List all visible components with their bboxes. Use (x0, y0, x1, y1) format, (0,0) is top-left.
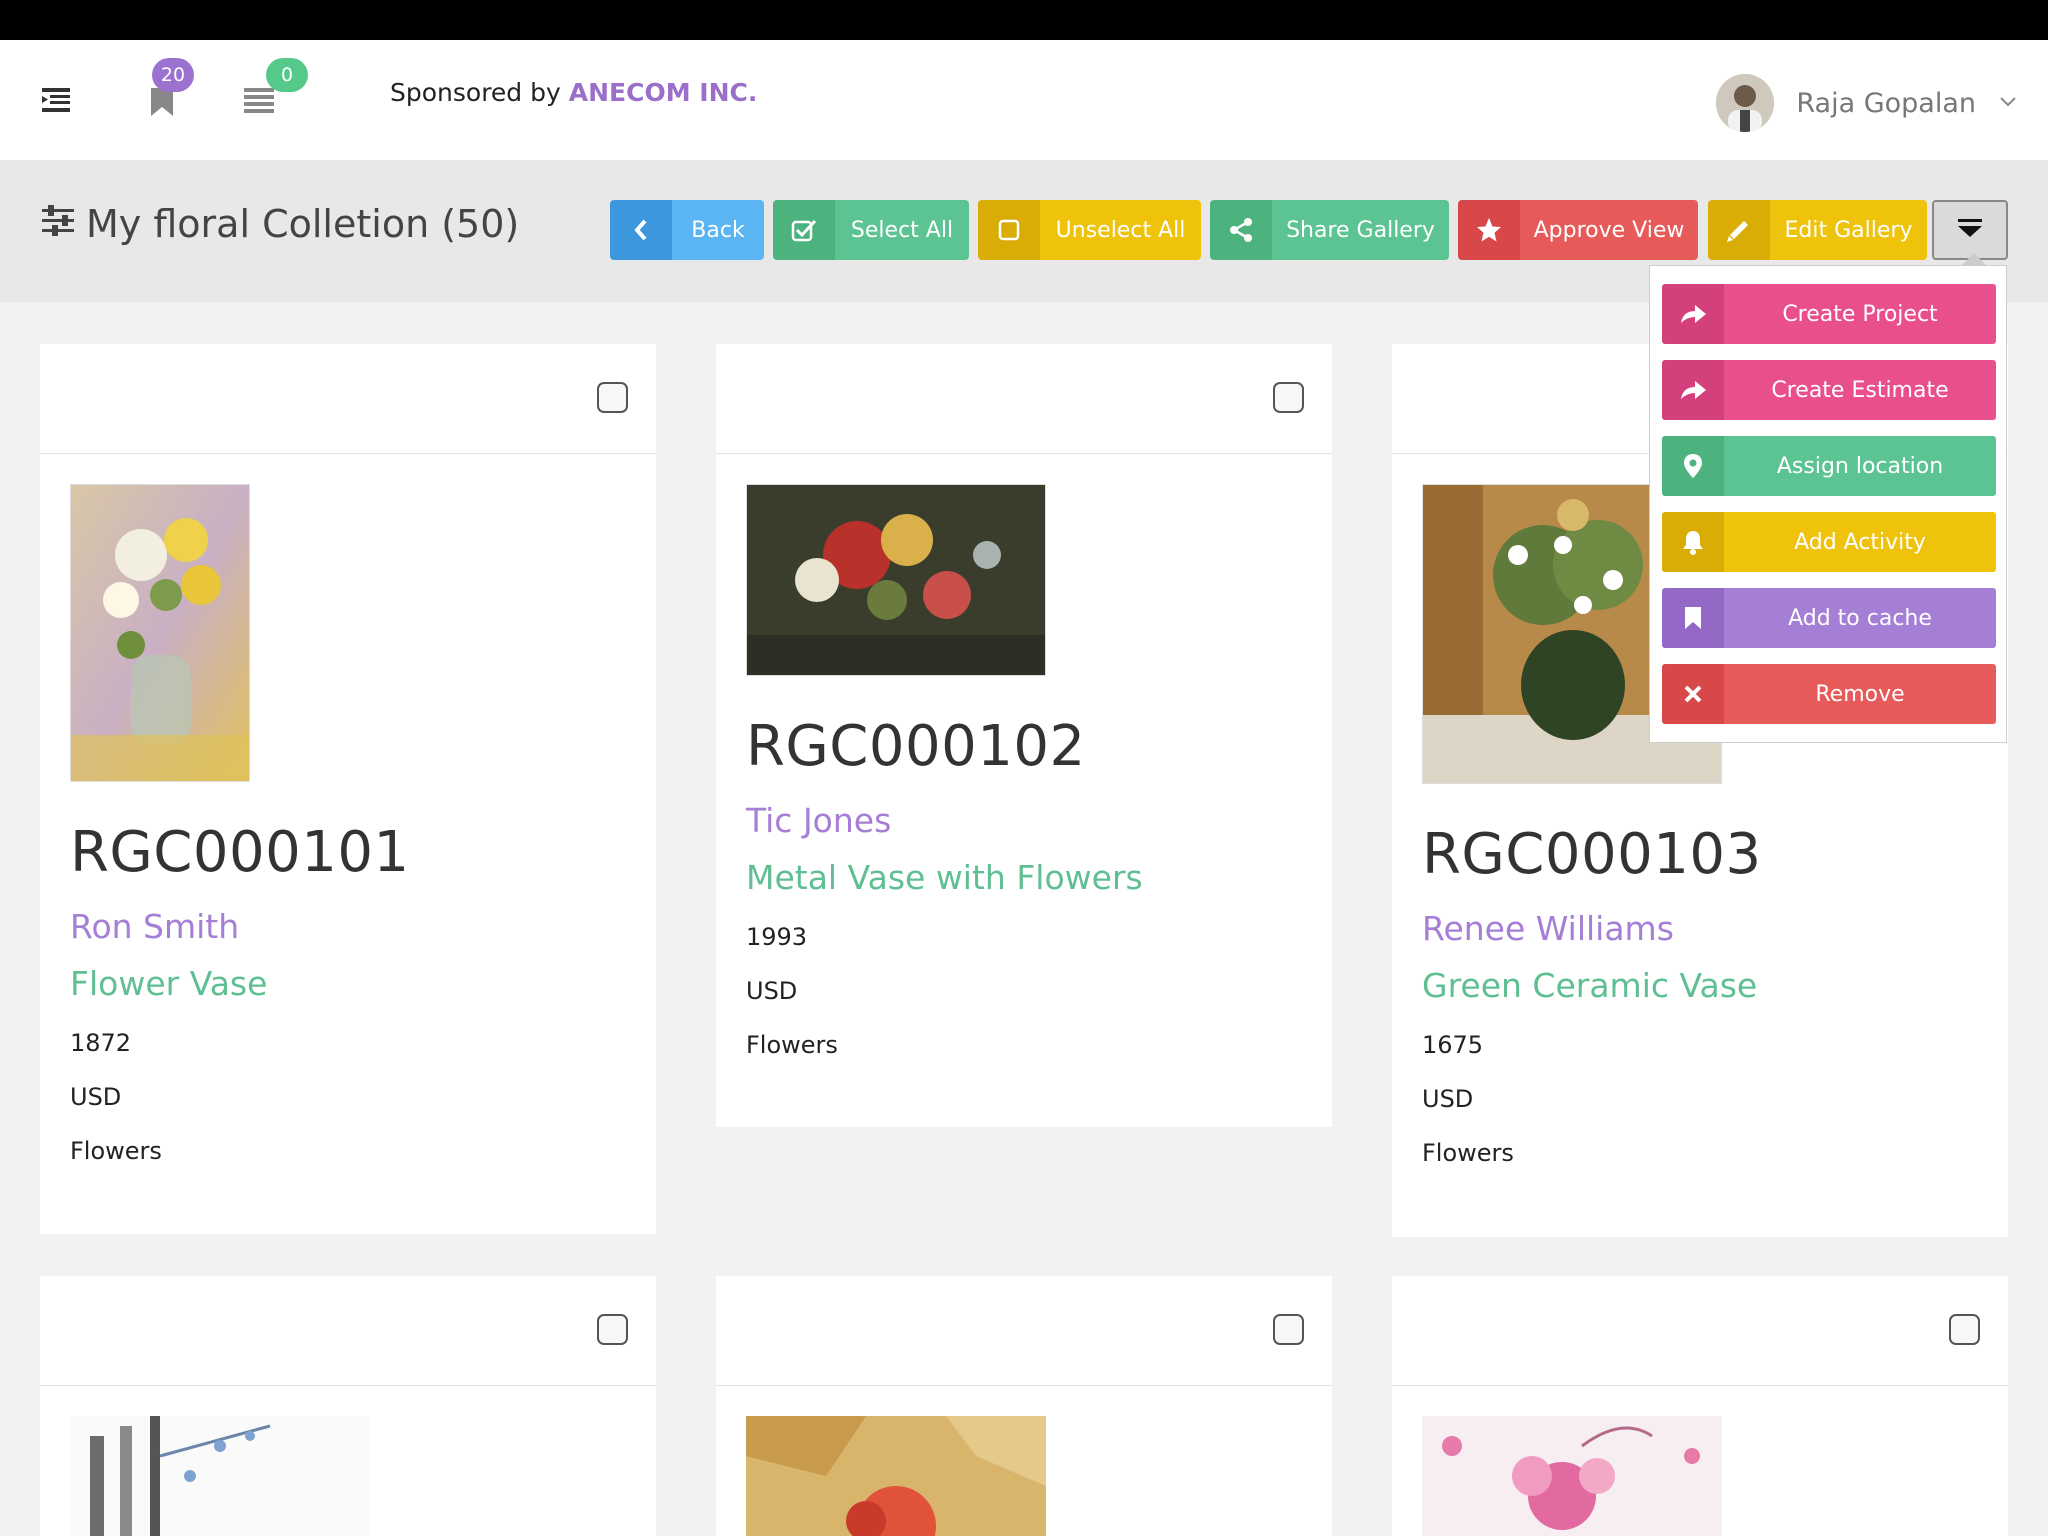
chevron-down-icon[interactable] (1998, 94, 2018, 113)
artwork-thumbnail[interactable] (70, 1416, 370, 1536)
add-to-cache-label: Add to cache (1724, 588, 1996, 648)
card-select-checkbox[interactable] (597, 382, 628, 413)
bell-icon (1662, 512, 1724, 572)
remove-label: Remove (1724, 664, 1996, 724)
artwork-title-link[interactable]: Flower Vase (70, 964, 626, 1003)
artwork-thumbnail[interactable] (70, 484, 250, 782)
share-gallery-label: Share Gallery (1272, 200, 1449, 260)
assign-location-label: Assign location (1724, 436, 1996, 496)
artwork-currency: USD (746, 977, 798, 1005)
unselect-all-button[interactable]: Unselect All (978, 200, 1201, 260)
artwork-thumbnail[interactable] (746, 1416, 1046, 1536)
gallery-card[interactable] (716, 1276, 1332, 1536)
add-activity-item[interactable]: Add Activity (1662, 512, 1996, 572)
user-name: Raja Gopalan (1796, 87, 1976, 119)
app-header: 20 0 Sponsored by ANECOM INC. Raja Gopal… (0, 40, 2048, 160)
edit-gallery-label: Edit Gallery (1770, 200, 1927, 260)
artist-name-link[interactable]: Renee Williams (1422, 909, 1978, 948)
create-project-label: Create Project (1724, 284, 1996, 344)
artwork-year: 1872 (70, 1029, 132, 1057)
share-arrow-icon (1662, 284, 1724, 344)
card-header (716, 344, 1332, 454)
star-icon (1458, 200, 1520, 260)
gallery-card[interactable] (1392, 1276, 2008, 1536)
approve-view-button[interactable]: Approve View (1458, 200, 1698, 260)
menu-toggle-icon[interactable] (38, 82, 74, 118)
artwork-currency: USD (70, 1083, 122, 1111)
dropdown-pointer (1962, 253, 1986, 265)
checkbox-checked-icon (773, 200, 835, 260)
share-arrow-icon (1662, 360, 1724, 420)
artwork-category: Flowers (746, 1031, 838, 1059)
share-icon (1210, 200, 1272, 260)
gallery-card[interactable]: RGC000102 Tic Jones Metal Vase with Flow… (716, 344, 1332, 1127)
gallery-card[interactable]: RGC000101 Ron Smith Flower Vase 1872 USD… (40, 344, 656, 1234)
artwork-title-link[interactable]: Metal Vase with Flowers (746, 858, 1302, 897)
assign-location-item[interactable]: Assign location (1662, 436, 1996, 496)
artwork-category: Flowers (70, 1137, 162, 1165)
close-icon (1662, 664, 1724, 724)
more-actions-dropdown: Create Project Create Estimate Assign lo… (1649, 265, 2007, 743)
more-actions-button[interactable] (1932, 200, 2008, 260)
artist-name-link[interactable]: Ron Smith (70, 907, 626, 946)
avatar (1716, 74, 1775, 132)
add-to-cache-item[interactable]: Add to cache (1662, 588, 1996, 648)
checkbox-empty-icon (978, 200, 1040, 260)
approve-view-label: Approve View (1520, 200, 1698, 260)
card-header (716, 1276, 1332, 1386)
card-select-checkbox[interactable] (1273, 382, 1304, 413)
card-select-checkbox[interactable] (1949, 1314, 1980, 1345)
create-estimate-item[interactable]: Create Estimate (1662, 360, 1996, 420)
artwork-code: RGC000102 (746, 714, 1086, 779)
add-activity-label: Add Activity (1724, 512, 1996, 572)
back-button[interactable]: Back (610, 200, 764, 260)
select-all-button[interactable]: Select All (773, 200, 969, 260)
list-count-badge: 0 (266, 58, 308, 92)
card-select-checkbox[interactable] (1273, 1314, 1304, 1345)
card-header (40, 344, 656, 454)
map-pin-icon (1662, 436, 1724, 496)
create-estimate-label: Create Estimate (1724, 360, 1996, 420)
sponsor-text: Sponsored by ANECOM INC. (390, 74, 757, 112)
artwork-currency: USD (1422, 1085, 1474, 1113)
artwork-code: RGC000101 (70, 820, 410, 885)
user-menu[interactable]: Raja Gopalan (1716, 74, 2018, 132)
caret-down-icon (1957, 217, 1983, 243)
gallery-card[interactable] (40, 1276, 656, 1536)
sponsor-brand-link[interactable]: ANECOM INC. (569, 78, 758, 107)
edit-gallery-button[interactable]: Edit Gallery (1708, 200, 1927, 260)
remove-item[interactable]: Remove (1662, 664, 1996, 724)
chevron-left-icon (610, 200, 672, 260)
device-status-bar (0, 0, 2048, 40)
filter-sliders-icon (40, 202, 76, 246)
artwork-year: 1675 (1422, 1031, 1484, 1059)
bookmarks-count-badge: 20 (152, 58, 194, 92)
pencil-icon (1708, 200, 1770, 260)
create-project-item[interactable]: Create Project (1662, 284, 1996, 344)
artwork-title-link[interactable]: Green Ceramic Vase (1422, 966, 1978, 1005)
card-select-checkbox[interactable] (597, 1314, 628, 1345)
artwork-year: 1993 (746, 923, 808, 951)
artwork-thumbnail[interactable] (1422, 1416, 1722, 1536)
bookmark-icon (1662, 588, 1724, 648)
back-label: Back (672, 200, 764, 260)
card-header (1392, 1276, 2008, 1386)
card-header (40, 1276, 656, 1386)
select-all-label: Select All (835, 200, 969, 260)
artwork-thumbnail[interactable] (746, 484, 1046, 676)
artist-name-link[interactable]: Tic Jones (746, 801, 1302, 840)
share-gallery-button[interactable]: Share Gallery (1210, 200, 1449, 260)
sponsor-prefix: Sponsored by (390, 78, 561, 107)
page-title: My floral Colletion (50) (40, 202, 519, 246)
unselect-all-label: Unselect All (1040, 200, 1201, 260)
artwork-code: RGC000103 (1422, 822, 1762, 887)
page-title-text: My floral Colletion (50) (86, 202, 520, 246)
artwork-category: Flowers (1422, 1139, 1514, 1167)
